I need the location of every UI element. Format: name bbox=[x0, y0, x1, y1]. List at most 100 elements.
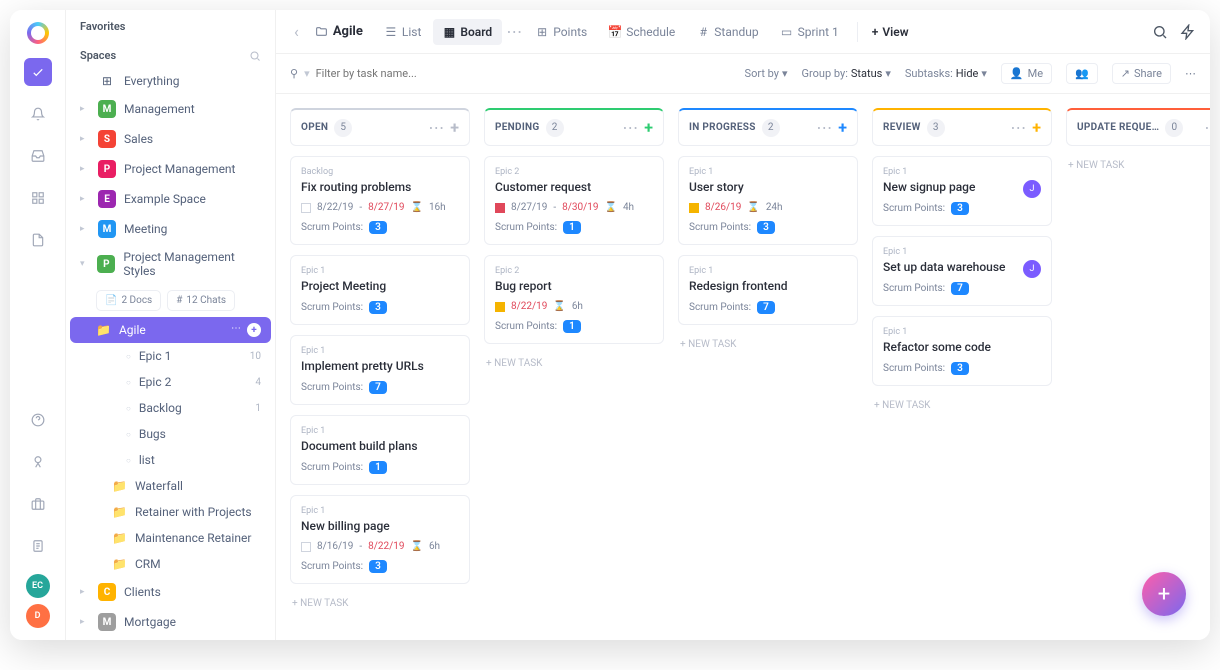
group-button[interactable]: Group by: Status ▾ bbox=[802, 67, 891, 80]
list-row[interactable]: ○Bugs bbox=[70, 421, 271, 447]
folder-row[interactable]: 📁Maintenance Retainer bbox=[70, 525, 271, 551]
task-card[interactable]: Epic 1New signup pageJScrum Points:3 bbox=[872, 156, 1052, 226]
folder-row[interactable]: 📁CRM bbox=[70, 551, 271, 577]
rail-notifications[interactable] bbox=[24, 100, 52, 128]
sort-button[interactable]: Sort by ▾ bbox=[745, 67, 788, 80]
add-view-button[interactable]: +View bbox=[866, 21, 915, 43]
chats-chip[interactable]: # 12 Chats bbox=[167, 290, 235, 311]
new-task-button[interactable]: + NEW TASK bbox=[290, 594, 470, 613]
search-icon[interactable] bbox=[1152, 24, 1168, 40]
spaces-section[interactable]: Spaces bbox=[66, 39, 275, 68]
new-task-button[interactable]: + NEW TASK bbox=[872, 396, 1052, 415]
view-tab[interactable]: ▦Board bbox=[433, 19, 502, 45]
task-card[interactable]: Epic 2Customer request8/27/19-8/30/19⌛4h… bbox=[484, 156, 664, 245]
hourglass-icon: ⌛ bbox=[553, 301, 565, 312]
space-row[interactable]: ▸EExample Space bbox=[70, 184, 271, 214]
task-card[interactable]: Epic 2Bug report8/22/19⌛6hScrum Points:1 bbox=[484, 255, 664, 344]
docs-chip[interactable]: 📄 2 Docs bbox=[96, 290, 161, 311]
add-space-button[interactable]: +Add Space bbox=[70, 637, 271, 640]
back-icon[interactable]: ‹ bbox=[290, 18, 303, 45]
avatar-2[interactable]: D bbox=[26, 604, 50, 628]
space-row[interactable]: ▸PProject Management bbox=[70, 154, 271, 184]
list-row[interactable]: ○list bbox=[70, 447, 271, 473]
column-add-icon[interactable]: + bbox=[838, 118, 847, 137]
task-card[interactable]: Epic 1New billing page8/16/19-8/22/19⌛6h… bbox=[290, 495, 470, 584]
task-card[interactable]: Epic 1Project MeetingScrum Points:3 bbox=[290, 255, 470, 325]
column-more-icon[interactable]: ⋯ bbox=[622, 118, 638, 137]
rail-dashboards[interactable] bbox=[24, 184, 52, 212]
nav-rail: EC D bbox=[10, 10, 66, 640]
task-card[interactable]: Epic 1Set up data warehouseJScrum Points… bbox=[872, 236, 1052, 306]
space-row[interactable]: ▸SSales bbox=[70, 124, 271, 154]
view-tab[interactable]: ▭Sprint 1 bbox=[771, 19, 849, 45]
task-card[interactable]: Epic 1Implement pretty URLsScrum Points:… bbox=[290, 335, 470, 405]
task-card[interactable]: Epic 1User story8/26/19⌛24hScrum Points:… bbox=[678, 156, 858, 245]
search-icon[interactable] bbox=[249, 50, 261, 62]
view-tab[interactable]: ☰List bbox=[375, 19, 432, 45]
task-card[interactable]: Epic 1Redesign frontendScrum Points:7 bbox=[678, 255, 858, 325]
column-header[interactable]: PENDING2⋯+ bbox=[484, 108, 664, 146]
list-row[interactable]: ○Epic 24 bbox=[70, 369, 271, 395]
assignee-avatar[interactable]: J bbox=[1023, 180, 1041, 198]
avatar-1[interactable]: EC bbox=[26, 574, 50, 598]
column-header[interactable]: UPDATE REQUE…0⋯+ bbox=[1066, 108, 1210, 146]
topbar: ‹ Agile ☰List▦Board⋯⊞Points📅Schedule#Sta… bbox=[276, 10, 1210, 54]
new-task-button[interactable]: + NEW TASK bbox=[678, 335, 858, 354]
share-button[interactable]: ↗ Share bbox=[1112, 63, 1171, 84]
favorites-section[interactable]: Favorites bbox=[66, 10, 275, 39]
folder-more-icon[interactable]: ⋯ bbox=[231, 323, 241, 337]
subtasks-button[interactable]: Subtasks: Hide ▾ bbox=[905, 67, 987, 80]
rail-docs[interactable] bbox=[24, 226, 52, 254]
automation-icon[interactable] bbox=[1180, 24, 1196, 40]
more-icon[interactable]: ⋯ bbox=[1185, 67, 1196, 80]
assignees-button[interactable]: 👥 bbox=[1066, 63, 1098, 84]
rail-workspace[interactable] bbox=[24, 490, 52, 518]
rail-home[interactable] bbox=[24, 58, 52, 86]
space-row[interactable]: ▾PProject Management Styles bbox=[70, 244, 271, 284]
column-more-icon[interactable]: ⋯ bbox=[428, 118, 444, 137]
hourglass-icon: ⌛ bbox=[604, 202, 616, 213]
sidebar: Favorites Spaces ⊞Everything ▸MManagemen… bbox=[66, 10, 276, 640]
column-header[interactable]: REVIEW3⋯+ bbox=[872, 108, 1052, 146]
hourglass-icon: ⌛ bbox=[410, 541, 422, 552]
task-card[interactable]: Epic 1Document build plansScrum Points:1 bbox=[290, 415, 470, 485]
rail-inbox[interactable] bbox=[24, 142, 52, 170]
new-task-button[interactable]: + NEW TASK bbox=[484, 354, 664, 373]
app-logo[interactable] bbox=[27, 22, 49, 44]
assignee-avatar[interactable]: J bbox=[1023, 260, 1041, 278]
space-row[interactable]: ▸MMortgage bbox=[70, 607, 271, 637]
column-add-icon[interactable]: + bbox=[644, 118, 653, 137]
filter-icon[interactable]: ⚲ bbox=[290, 67, 298, 80]
tab-more-icon[interactable]: ⋯ bbox=[504, 20, 524, 43]
task-card[interactable]: Epic 1Refactor some codeScrum Points:3 bbox=[872, 316, 1052, 386]
view-tab[interactable]: ⊞Points bbox=[526, 19, 597, 45]
everything-row[interactable]: ⊞Everything bbox=[70, 68, 271, 94]
new-task-button[interactable]: + NEW TASK bbox=[1066, 156, 1210, 175]
space-row[interactable]: ▸MManagement bbox=[70, 94, 271, 124]
list-row[interactable]: ○Epic 110 bbox=[70, 343, 271, 369]
view-tab[interactable]: 📅Schedule bbox=[599, 19, 685, 45]
me-button[interactable]: 👤 Me bbox=[1001, 63, 1052, 84]
space-row[interactable]: ▸MMeeting bbox=[70, 214, 271, 244]
folder-row[interactable]: 📁Waterfall bbox=[70, 473, 271, 499]
column-add-icon[interactable]: + bbox=[1032, 118, 1041, 137]
active-folder-agile[interactable]: 📁Agile ⋯+ bbox=[70, 317, 271, 343]
column-header[interactable]: OPEN5⋯+ bbox=[290, 108, 470, 146]
rail-notepad[interactable] bbox=[24, 532, 52, 560]
task-card[interactable]: BacklogFix routing problems8/22/19-8/27/… bbox=[290, 156, 470, 245]
column-add-icon[interactable]: + bbox=[450, 118, 459, 137]
space-row[interactable]: ▸CClients bbox=[70, 577, 271, 607]
breadcrumb[interactable]: Agile bbox=[307, 20, 371, 43]
column-more-icon[interactable]: ⋯ bbox=[1204, 118, 1210, 137]
column-header[interactable]: IN PROGRESS2⋯+ bbox=[678, 108, 858, 146]
create-fab[interactable]: + bbox=[1142, 572, 1186, 616]
folder-row[interactable]: 📁Retainer with Projects bbox=[70, 499, 271, 525]
list-row[interactable]: ○Backlog1 bbox=[70, 395, 271, 421]
filter-input[interactable] bbox=[316, 67, 436, 80]
column-more-icon[interactable]: ⋯ bbox=[816, 118, 832, 137]
view-tab[interactable]: #Standup bbox=[687, 19, 768, 45]
rail-goals[interactable] bbox=[24, 448, 52, 476]
rail-help[interactable] bbox=[24, 406, 52, 434]
folder-add-icon[interactable]: + bbox=[247, 323, 261, 337]
column-more-icon[interactable]: ⋯ bbox=[1010, 118, 1026, 137]
